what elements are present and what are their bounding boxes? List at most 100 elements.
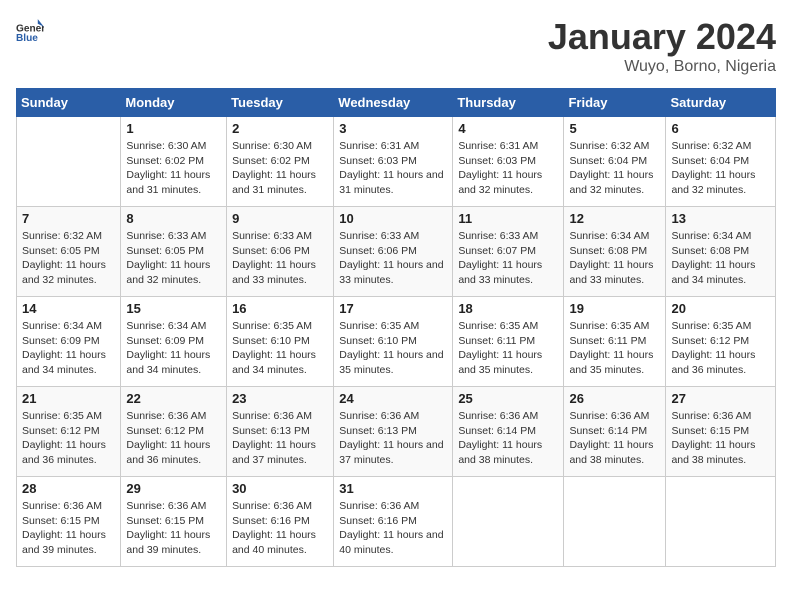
day-number: 17 (339, 301, 447, 316)
calendar-cell (666, 477, 776, 567)
day-info: Sunrise: 6:35 AMSunset: 6:12 PMDaylight:… (671, 319, 770, 378)
day-info: Sunrise: 6:33 AMSunset: 6:06 PMDaylight:… (339, 229, 447, 288)
calendar-cell (453, 477, 564, 567)
logo: General Blue (16, 16, 44, 44)
day-number: 23 (232, 391, 328, 406)
logo-icon: General Blue (16, 16, 44, 44)
day-number: 5 (569, 121, 660, 136)
day-number: 25 (458, 391, 558, 406)
header-row: SundayMondayTuesdayWednesdayThursdayFrid… (17, 89, 776, 117)
day-number: 1 (126, 121, 221, 136)
calendar-cell: 12 Sunrise: 6:34 AMSunset: 6:08 PMDayligh… (564, 207, 666, 297)
day-number: 10 (339, 211, 447, 226)
day-info: Sunrise: 6:36 AMSunset: 6:13 PMDaylight:… (232, 409, 328, 468)
week-row-2: 7 Sunrise: 6:32 AMSunset: 6:05 PMDaylight… (17, 207, 776, 297)
day-number: 14 (22, 301, 115, 316)
header-cell-friday: Friday (564, 89, 666, 117)
calendar-cell: 4 Sunrise: 6:31 AMSunset: 6:03 PMDaylight… (453, 117, 564, 207)
header-cell-wednesday: Wednesday (334, 89, 453, 117)
day-info: Sunrise: 6:32 AMSunset: 6:04 PMDaylight:… (671, 139, 770, 198)
calendar-cell: 31 Sunrise: 6:36 AMSunset: 6:16 PMDayligh… (334, 477, 453, 567)
week-row-1: 1 Sunrise: 6:30 AMSunset: 6:02 PMDaylight… (17, 117, 776, 207)
day-number: 21 (22, 391, 115, 406)
day-number: 27 (671, 391, 770, 406)
calendar-cell: 23 Sunrise: 6:36 AMSunset: 6:13 PMDayligh… (227, 387, 334, 477)
day-info: Sunrise: 6:34 AMSunset: 6:09 PMDaylight:… (22, 319, 115, 378)
calendar-cell: 22 Sunrise: 6:36 AMSunset: 6:12 PMDayligh… (121, 387, 227, 477)
day-info: Sunrise: 6:31 AMSunset: 6:03 PMDaylight:… (458, 139, 558, 198)
calendar-cell: 8Sunrise: 6:33 AMSunset: 6:05 PMDaylight… (121, 207, 227, 297)
calendar-cell: 9 Sunrise: 6:33 AMSunset: 6:06 PMDaylight… (227, 207, 334, 297)
calendar-cell: 11Sunrise: 6:33 AMSunset: 6:07 PMDayligh… (453, 207, 564, 297)
day-number: 16 (232, 301, 328, 316)
day-info: Sunrise: 6:35 AMSunset: 6:12 PMDaylight:… (22, 409, 115, 468)
calendar-cell: 17Sunrise: 6:35 AMSunset: 6:10 PMDayligh… (334, 297, 453, 387)
day-info: Sunrise: 6:36 AMSunset: 6:16 PMDaylight:… (232, 499, 328, 558)
day-info: Sunrise: 6:32 AMSunset: 6:05 PMDaylight:… (22, 229, 115, 288)
calendar-cell: 2Sunrise: 6:30 AMSunset: 6:02 PMDaylight… (227, 117, 334, 207)
day-info: Sunrise: 6:35 AMSunset: 6:10 PMDaylight:… (232, 319, 328, 378)
day-info: Sunrise: 6:34 AMSunset: 6:08 PMDaylight:… (569, 229, 660, 288)
day-number: 3 (339, 121, 447, 136)
day-info: Sunrise: 6:33 AMSunset: 6:05 PMDaylight:… (126, 229, 221, 288)
day-number: 15 (126, 301, 221, 316)
day-info: Sunrise: 6:36 AMSunset: 6:15 PMDaylight:… (22, 499, 115, 558)
svg-text:Blue: Blue (16, 33, 38, 44)
day-info: Sunrise: 6:34 AMSunset: 6:08 PMDaylight:… (671, 229, 770, 288)
calendar-cell: 18Sunrise: 6:35 AMSunset: 6:11 PMDayligh… (453, 297, 564, 387)
calendar-cell: 1Sunrise: 6:30 AMSunset: 6:02 PMDaylight… (121, 117, 227, 207)
calendar-cell: 28 Sunrise: 6:36 AMSunset: 6:15 PMDayligh… (17, 477, 121, 567)
calendar-cell: 26Sunrise: 6:36 AMSunset: 6:14 PMDayligh… (564, 387, 666, 477)
week-row-5: 28 Sunrise: 6:36 AMSunset: 6:15 PMDayligh… (17, 477, 776, 567)
calendar-cell: 20 Sunrise: 6:35 AMSunset: 6:12 PMDayligh… (666, 297, 776, 387)
calendar-cell: 5 Sunrise: 6:32 AMSunset: 6:04 PMDaylight… (564, 117, 666, 207)
day-info: Sunrise: 6:33 AMSunset: 6:07 PMDaylight:… (458, 229, 558, 288)
calendar-cell: 24Sunrise: 6:36 AMSunset: 6:13 PMDayligh… (334, 387, 453, 477)
calendar-cell: 30 Sunrise: 6:36 AMSunset: 6:16 PMDayligh… (227, 477, 334, 567)
day-info: Sunrise: 6:33 AMSunset: 6:06 PMDaylight:… (232, 229, 328, 288)
calendar-cell: 16 Sunrise: 6:35 AMSunset: 6:10 PMDayligh… (227, 297, 334, 387)
calendar-cell: 13 Sunrise: 6:34 AMSunset: 6:08 PMDayligh… (666, 207, 776, 297)
day-info: Sunrise: 6:36 AMSunset: 6:15 PMDaylight:… (671, 409, 770, 468)
day-info: Sunrise: 6:34 AMSunset: 6:09 PMDaylight:… (126, 319, 221, 378)
calendar-subtitle: Wuyo, Borno, Nigeria (548, 58, 776, 76)
calendar-cell: 3 Sunrise: 6:31 AMSunset: 6:03 PMDaylight… (334, 117, 453, 207)
day-number: 30 (232, 481, 328, 496)
header-cell-monday: Monday (121, 89, 227, 117)
day-number: 12 (569, 211, 660, 226)
day-info: Sunrise: 6:36 AMSunset: 6:15 PMDaylight:… (126, 499, 221, 558)
week-row-3: 14 Sunrise: 6:34 AMSunset: 6:09 PMDayligh… (17, 297, 776, 387)
day-number: 24 (339, 391, 447, 406)
day-number: 7 (22, 211, 115, 226)
day-number: 4 (458, 121, 558, 136)
day-info: Sunrise: 6:35 AMSunset: 6:11 PMDaylight:… (569, 319, 660, 378)
day-number: 6 (671, 121, 770, 136)
day-info: Sunrise: 6:36 AMSunset: 6:12 PMDaylight:… (126, 409, 221, 468)
day-number: 28 (22, 481, 115, 496)
header-cell-thursday: Thursday (453, 89, 564, 117)
header-cell-sunday: Sunday (17, 89, 121, 117)
header-cell-saturday: Saturday (666, 89, 776, 117)
day-info: Sunrise: 6:30 AMSunset: 6:02 PMDaylight:… (232, 139, 328, 198)
day-number: 20 (671, 301, 770, 316)
header-cell-tuesday: Tuesday (227, 89, 334, 117)
day-number: 29 (126, 481, 221, 496)
day-info: Sunrise: 6:31 AMSunset: 6:03 PMDaylight:… (339, 139, 447, 198)
calendar-cell: 14 Sunrise: 6:34 AMSunset: 6:09 PMDayligh… (17, 297, 121, 387)
day-number: 13 (671, 211, 770, 226)
day-info: Sunrise: 6:36 AMSunset: 6:16 PMDaylight:… (339, 499, 447, 558)
calendar-cell: 29 Sunrise: 6:36 AMSunset: 6:15 PMDayligh… (121, 477, 227, 567)
calendar-cell: 6 Sunrise: 6:32 AMSunset: 6:04 PMDaylight… (666, 117, 776, 207)
day-number: 18 (458, 301, 558, 316)
day-number: 9 (232, 211, 328, 226)
day-number: 26 (569, 391, 660, 406)
day-number: 22 (126, 391, 221, 406)
calendar-table: SundayMondayTuesdayWednesdayThursdayFrid… (16, 88, 776, 567)
calendar-cell: 25Sunrise: 6:36 AMSunset: 6:14 PMDayligh… (453, 387, 564, 477)
calendar-cell: 15 Sunrise: 6:34 AMSunset: 6:09 PMDayligh… (121, 297, 227, 387)
calendar-cell (564, 477, 666, 567)
day-number: 31 (339, 481, 447, 496)
calendar-cell: 7 Sunrise: 6:32 AMSunset: 6:05 PMDaylight… (17, 207, 121, 297)
day-info: Sunrise: 6:32 AMSunset: 6:04 PMDaylight:… (569, 139, 660, 198)
calendar-cell: 10 Sunrise: 6:33 AMSunset: 6:06 PMDayligh… (334, 207, 453, 297)
